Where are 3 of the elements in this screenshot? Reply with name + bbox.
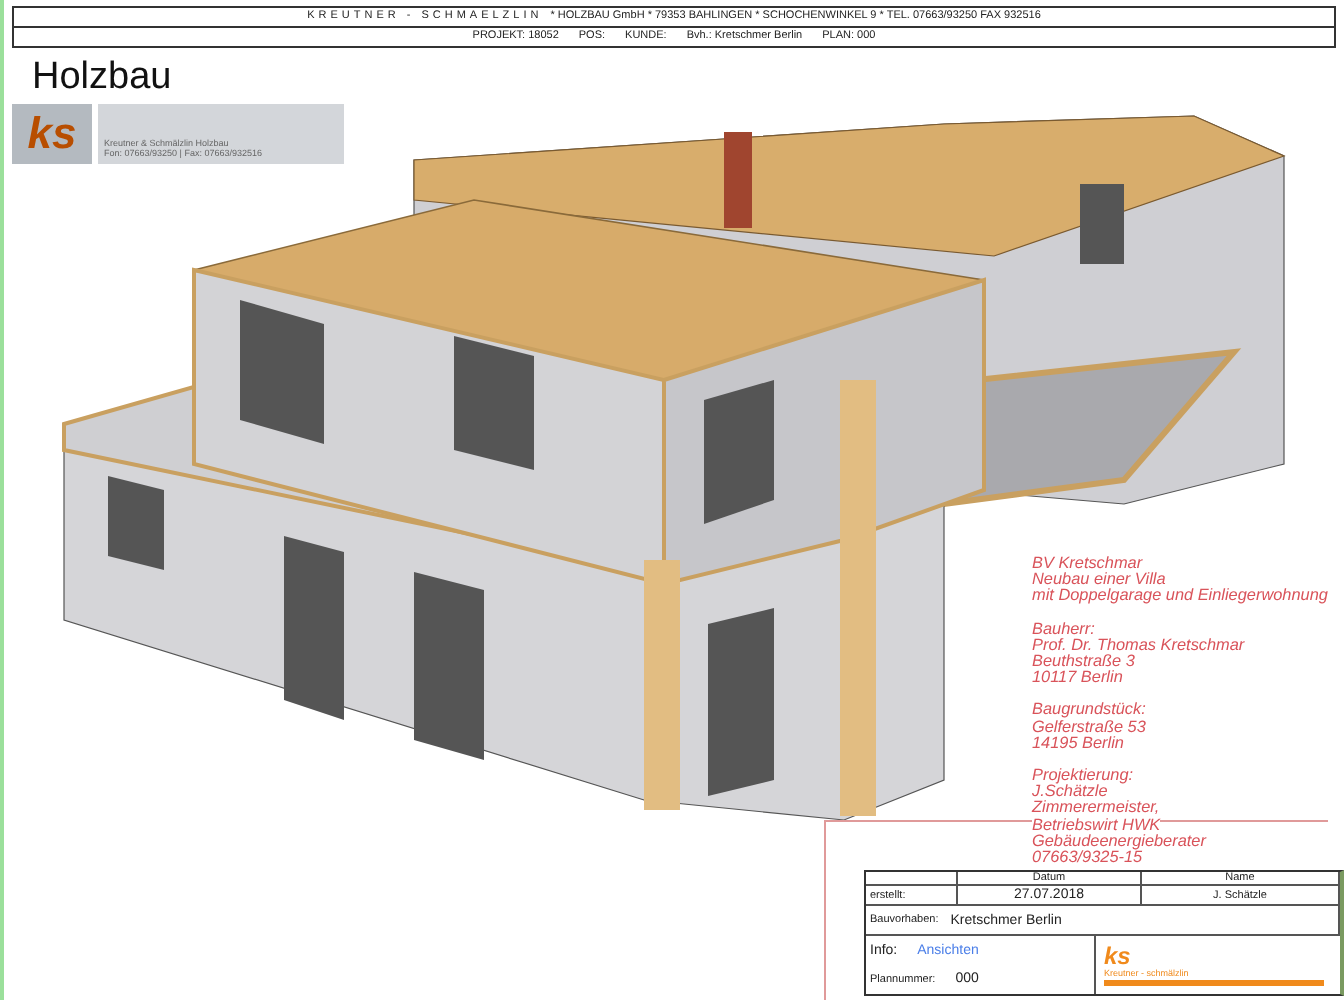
- logo-mark: ks: [1104, 944, 1131, 968]
- logo-mark: ks: [12, 104, 92, 164]
- page-title: Holzbau: [32, 56, 172, 100]
